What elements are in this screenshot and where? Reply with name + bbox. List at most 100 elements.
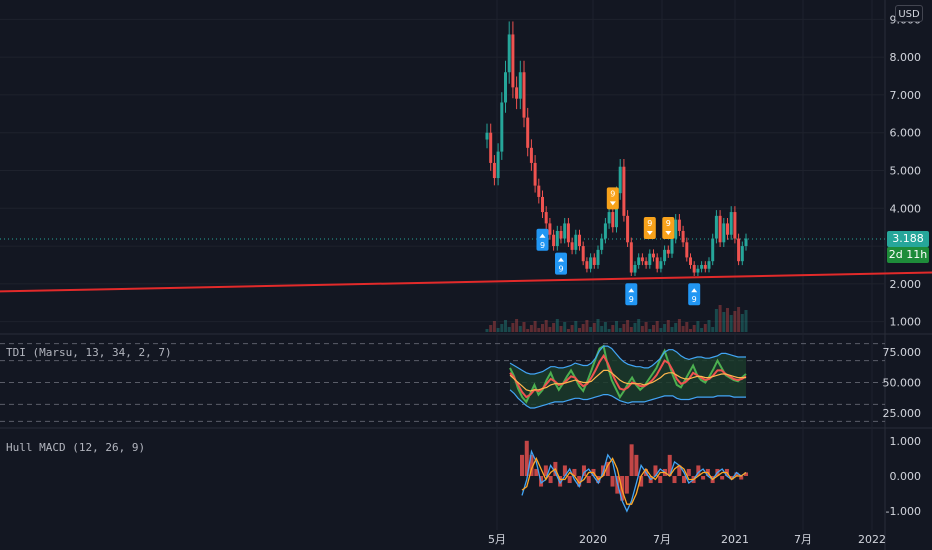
- candle-body[interactable]: [633, 264, 637, 273]
- td-sell-marker[interactable]: 9: [606, 187, 619, 210]
- candle-body[interactable]: [555, 230, 559, 247]
- candle-body[interactable]: [744, 238, 748, 247]
- tdi-tick-label: 50.000: [883, 377, 922, 390]
- candle-body[interactable]: [737, 238, 741, 262]
- td-buy-marker[interactable]: 9: [625, 283, 638, 306]
- candle-body[interactable]: [637, 257, 641, 265]
- candle-body[interactable]: [681, 230, 685, 243]
- candle-body[interactable]: [648, 253, 652, 265]
- candle-body[interactable]: [740, 246, 744, 262]
- candle-body[interactable]: [485, 132, 489, 140]
- candle-body[interactable]: [548, 223, 552, 235]
- price-tick-label: 1.000: [890, 316, 922, 329]
- candle-body[interactable]: [666, 249, 670, 254]
- candle-body[interactable]: [722, 223, 726, 243]
- candle-body[interactable]: [670, 238, 674, 254]
- candle-body[interactable]: [574, 234, 578, 250]
- candle-body[interactable]: [685, 242, 689, 258]
- candle-body[interactable]: [570, 242, 574, 250]
- candle-body[interactable]: [711, 238, 715, 262]
- candle-body[interactable]: [652, 253, 655, 258]
- candle-body[interactable]: [496, 151, 500, 179]
- candle-body[interactable]: [507, 34, 511, 73]
- candle-body[interactable]: [533, 162, 537, 186]
- td-sell-marker[interactable]: 9: [662, 216, 675, 239]
- candle-body[interactable]: [511, 34, 515, 88]
- price-tick-label: 2.000: [890, 278, 922, 291]
- candle-body[interactable]: [529, 147, 533, 163]
- candle-body[interactable]: [640, 257, 644, 262]
- volume-bar: [663, 324, 667, 332]
- candle-body[interactable]: [622, 166, 626, 216]
- candle-body[interactable]: [655, 257, 659, 269]
- candle-body[interactable]: [689, 257, 692, 265]
- candle-body[interactable]: [522, 72, 526, 118]
- candle-body[interactable]: [696, 268, 700, 273]
- td-sell-marker[interactable]: 9: [643, 216, 656, 239]
- candle-body[interactable]: [726, 223, 729, 235]
- candle-body[interactable]: [541, 196, 544, 213]
- candle-body[interactable]: [674, 219, 678, 239]
- price-tick-label: 8.000: [890, 51, 922, 64]
- candle-body[interactable]: [537, 185, 541, 197]
- candle-body[interactable]: [563, 223, 567, 239]
- volume-bar: [563, 322, 567, 332]
- candle-body[interactable]: [718, 215, 722, 243]
- candle-body[interactable]: [492, 162, 496, 179]
- candle-body[interactable]: [692, 264, 696, 273]
- chart-canvas[interactable]: 99999999 5月20207月20217月20229.0008.0007.0…: [0, 0, 932, 550]
- candle-body[interactable]: [489, 132, 493, 163]
- currency-badge[interactable]: USD: [895, 5, 923, 22]
- candle-body[interactable]: [526, 117, 530, 148]
- candle-body[interactable]: [618, 166, 622, 194]
- candle-body[interactable]: [603, 223, 607, 239]
- candle-body[interactable]: [663, 249, 667, 262]
- td-buy-marker[interactable]: 9: [555, 252, 567, 275]
- volume-bar: [726, 308, 729, 332]
- candle-body[interactable]: [659, 261, 663, 269]
- candle-body[interactable]: [589, 257, 593, 269]
- volume-bar: [511, 323, 515, 332]
- candle-body[interactable]: [578, 234, 581, 247]
- candle-body[interactable]: [600, 238, 604, 250]
- volume-bar: [548, 327, 552, 332]
- candle-body[interactable]: [729, 212, 733, 235]
- candle-body[interactable]: [518, 72, 522, 99]
- candle-body[interactable]: [585, 261, 589, 269]
- candle-body[interactable]: [703, 264, 707, 269]
- candle-body[interactable]: [607, 212, 611, 224]
- candle-body[interactable]: [592, 257, 596, 265]
- candle-body[interactable]: [566, 223, 570, 243]
- candle-body[interactable]: [500, 102, 504, 152]
- volume-bar: [733, 311, 737, 332]
- candle-body[interactable]: [515, 87, 519, 99]
- candle-body[interactable]: [552, 234, 556, 247]
- candle-body[interactable]: [611, 212, 615, 228]
- td-buy-marker[interactable]: 9: [536, 228, 549, 251]
- candle-body[interactable]: [714, 215, 718, 239]
- candle-body[interactable]: [544, 212, 548, 224]
- candle-body[interactable]: [581, 246, 585, 262]
- candle-body[interactable]: [707, 261, 711, 269]
- trendline[interactable]: [0, 271, 932, 293]
- volume-bar: [596, 319, 600, 332]
- candle-body[interactable]: [626, 215, 630, 243]
- volume-bar: [559, 326, 563, 332]
- volume-bar: [696, 321, 700, 332]
- volume-bar: [740, 314, 744, 332]
- candle-body[interactable]: [644, 261, 648, 265]
- candle-body[interactable]: [596, 249, 600, 265]
- volume-bar: [526, 329, 530, 332]
- macd-histogram-bar: [520, 454, 524, 476]
- candle-body[interactable]: [677, 219, 681, 231]
- candle-body[interactable]: [700, 264, 704, 269]
- candle-body[interactable]: [559, 230, 563, 239]
- candle-body[interactable]: [733, 212, 737, 239]
- td-buy-marker[interactable]: 9: [688, 283, 701, 306]
- x-tick-label: 2020: [579, 533, 607, 546]
- candle-body[interactable]: [504, 72, 507, 103]
- macd-pane[interactable]: [520, 440, 748, 513]
- candle-body[interactable]: [629, 242, 633, 273]
- price-pane[interactable]: 99999999: [0, 0, 932, 332]
- volume-bar: [737, 307, 741, 332]
